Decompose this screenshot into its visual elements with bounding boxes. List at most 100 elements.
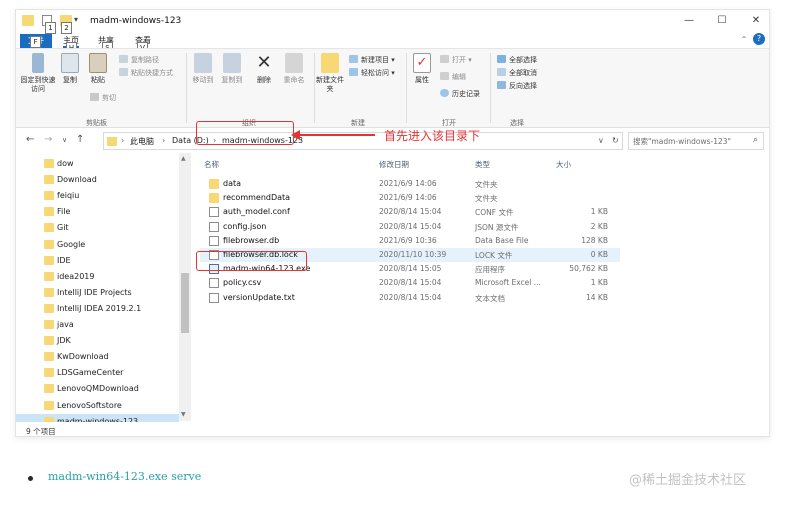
- up-arrow-icon[interactable]: ↑: [76, 134, 84, 145]
- new-folder-button[interactable]: 新建文件夹: [316, 53, 344, 94]
- file-row[interactable]: recommendData 2021/6/9 14:06 文件夹: [200, 191, 620, 205]
- move-to-icon: [194, 53, 212, 73]
- nav-item[interactable]: LenovoQMDownload: [16, 381, 179, 397]
- file-row[interactable]: filebrowser.db 2021/6/9 10:36 Data Base Fi…: [200, 234, 620, 248]
- file-date: 2020/8/14 15:05: [379, 264, 442, 274]
- move-to-button[interactable]: 移动到: [190, 53, 216, 85]
- file-type: 文本文档: [475, 293, 505, 303]
- nav-item[interactable]: LDSGameCenter: [16, 365, 179, 381]
- scroll-up-icon[interactable]: ▲: [181, 155, 186, 162]
- paste-button[interactable]: 粘贴: [86, 53, 110, 85]
- nav-item-label: Git: [57, 223, 69, 233]
- file-date: 2020/8/14 15:04: [379, 292, 442, 302]
- nav-item[interactable]: Git: [16, 220, 179, 236]
- scroll-down-icon[interactable]: ▼: [181, 411, 186, 418]
- bullet-code-text: madm-win64-123.exe serve: [48, 470, 202, 483]
- maximize-button[interactable]: ☐: [714, 14, 730, 28]
- breadcrumb-this-pc[interactable]: 此电脑: [130, 136, 154, 147]
- close-button[interactable]: ✕: [748, 14, 764, 28]
- rename-icon: [285, 53, 303, 73]
- nav-item[interactable]: IntelliJ IDE Projects: [16, 285, 179, 301]
- copy-button[interactable]: 复制: [58, 53, 82, 85]
- file-date: 2020/8/14 15:04: [379, 278, 442, 288]
- new-item-label: 新建项目: [361, 56, 389, 64]
- column-header-date[interactable]: 修改日期: [379, 159, 409, 170]
- back-arrow-icon[interactable]: ←: [26, 134, 34, 145]
- edit-button[interactable]: 编辑: [440, 72, 466, 82]
- pin-quick-access-button[interactable]: 固定到快速访问: [20, 53, 56, 94]
- delete-button[interactable]: ✕ 删除: [252, 53, 276, 85]
- cut-label: 剪切: [102, 94, 116, 102]
- new-folder-icon: [321, 53, 339, 73]
- file-type: Microsoft Excel ...: [475, 278, 541, 288]
- file-type: 应用程序: [475, 265, 505, 275]
- easy-access-icon: [349, 68, 358, 76]
- nav-scrollbar[interactable]: ▲ ▼: [179, 153, 191, 421]
- select-none-icon: [497, 68, 506, 76]
- nav-item-label: dow: [57, 159, 74, 168]
- nav-item[interactable]: dow: [16, 156, 179, 172]
- select-none-button[interactable]: 全部取消: [497, 68, 537, 78]
- new-item-icon: [349, 55, 358, 63]
- search-input[interactable]: 搜索"madm-windows-123" ⌕: [628, 132, 764, 150]
- file-name: versionUpdate.txt: [223, 292, 295, 302]
- select-all-button[interactable]: 全部选择: [497, 55, 537, 65]
- easy-access-button[interactable]: 轻松访问 ▾: [349, 68, 395, 78]
- select-none-label: 全部取消: [509, 69, 537, 77]
- column-header-name[interactable]: 名称: [204, 159, 219, 170]
- invert-selection-button[interactable]: 反向选择: [497, 81, 537, 91]
- file-size: 0 KB: [590, 250, 608, 259]
- nav-item[interactable]: feiqiu: [16, 188, 179, 204]
- nav-item[interactable]: idea2019: [16, 269, 179, 285]
- address-dropdown-icon[interactable]: ∨: [598, 136, 604, 145]
- ribbon-separator: [186, 53, 187, 123]
- nav-item[interactable]: IDE: [16, 253, 179, 269]
- paste-shortcut-button[interactable]: 粘贴快捷方式: [119, 68, 173, 78]
- nav-item[interactable]: java: [16, 317, 179, 333]
- customize-quick-access-icon[interactable]: ▾: [74, 15, 86, 26]
- file-row[interactable]: config.json 2020/8/14 15:04 JSON 源文件 2 KB: [200, 220, 620, 234]
- scrollbar-thumb[interactable]: [181, 273, 189, 333]
- nav-item[interactable]: Download: [16, 172, 179, 188]
- nav-item[interactable]: File: [16, 204, 179, 220]
- rename-label: 重命名: [283, 76, 305, 84]
- new-item-button[interactable]: 新建项目 ▾: [349, 55, 395, 65]
- recent-locations-icon[interactable]: ∨: [62, 136, 67, 144]
- column-header-size[interactable]: 大小: [556, 159, 571, 170]
- copy-path-button[interactable]: 复制路径: [119, 55, 159, 65]
- cut-button[interactable]: 剪切: [90, 93, 116, 103]
- file-date: 2020/8/14 15:04: [379, 221, 442, 231]
- folder-icon: [44, 239, 54, 249]
- open-button[interactable]: 打开 ▾: [440, 55, 472, 65]
- nav-item[interactable]: IntelliJ IDEA 2019.2.1: [16, 301, 179, 317]
- file-row[interactable]: data 2021/6/9 14:06 文件夹: [200, 177, 620, 191]
- history-button[interactable]: 历史记录: [440, 89, 480, 99]
- file-row[interactable]: policy.csv 2020/8/14 15:04 Microsoft Excel…: [200, 276, 620, 290]
- collapse-ribbon-icon[interactable]: ⌃: [736, 33, 752, 47]
- refresh-icon[interactable]: ↻: [612, 136, 619, 145]
- nav-item[interactable]: JDK: [16, 333, 179, 349]
- search-icon: ⌕: [752, 135, 758, 145]
- file-date: 2021/6/9 10:36: [379, 235, 437, 245]
- folder-icon: [209, 179, 219, 189]
- nav-item[interactable]: KwDownload: [16, 349, 179, 365]
- file-size: 2 KB: [590, 221, 608, 231]
- minimize-button[interactable]: —: [681, 14, 697, 28]
- forward-arrow-icon[interactable]: →: [44, 134, 52, 145]
- help-icon[interactable]: ?: [753, 33, 765, 45]
- folder-icon: [44, 303, 54, 313]
- column-header-type[interactable]: 类型: [475, 159, 490, 170]
- rename-button[interactable]: 重命名: [279, 53, 309, 85]
- file-date: 2020/8/14 15:04: [379, 207, 442, 217]
- nav-item[interactable]: LenovoSoftstore: [16, 398, 179, 414]
- file-row[interactable]: versionUpdate.txt 2020/8/14 15:04 文本文档 14 K…: [200, 291, 620, 305]
- properties-button[interactable]: ✓ 属性: [410, 53, 434, 85]
- file-row[interactable]: auth_model.conf 2020/8/14 15:04 CONF 文件 1 K…: [200, 205, 620, 219]
- copy-to-button[interactable]: 复制到: [219, 53, 245, 85]
- folder-icon: [44, 207, 54, 217]
- paste-shortcut-label: 粘贴快捷方式: [131, 69, 173, 77]
- nav-item[interactable]: Google: [16, 237, 179, 253]
- edit-label: 编辑: [452, 73, 466, 81]
- properties-label: 属性: [415, 76, 429, 84]
- nav-item-label: IntelliJ IDE Projects: [57, 287, 132, 297]
